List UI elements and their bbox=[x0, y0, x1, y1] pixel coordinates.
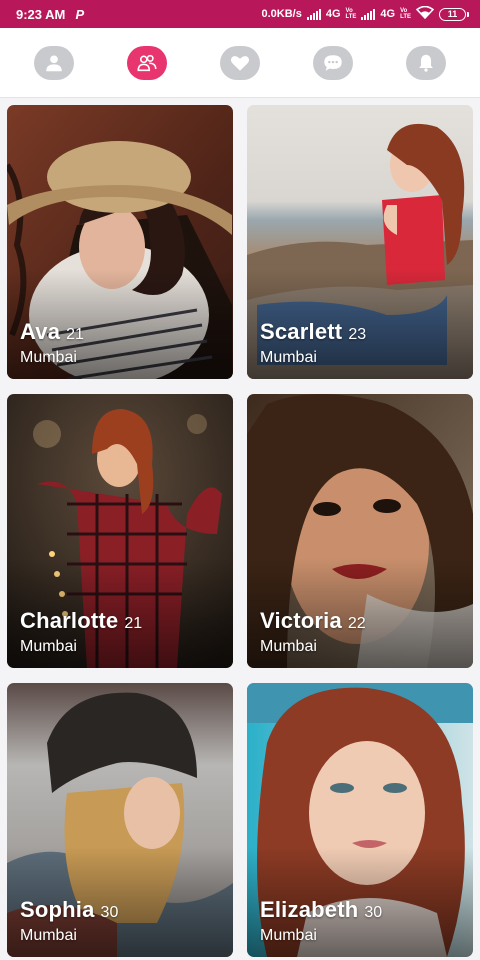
profile-name: Elizabeth bbox=[260, 897, 359, 922]
profile-age: 21 bbox=[66, 326, 84, 343]
profile-card[interactable]: Sophia 30 Mumbai bbox=[7, 683, 233, 957]
tab-matches[interactable] bbox=[127, 45, 168, 80]
profile-card[interactable]: Charlotte 21 Mumbai bbox=[7, 394, 233, 668]
tab-notifications[interactable] bbox=[405, 45, 446, 80]
profile-card[interactable]: Victoria 22 Mumbai bbox=[247, 394, 473, 668]
profile-info: Sophia 30 Mumbai bbox=[20, 897, 118, 945]
tab-bar bbox=[0, 28, 480, 98]
network-type-1: 4G bbox=[325, 8, 341, 20]
profile-city: Mumbai bbox=[260, 638, 317, 655]
profile-age: 30 bbox=[364, 904, 383, 921]
network-type-2: 4G bbox=[380, 8, 396, 20]
profile-name: Charlotte bbox=[20, 608, 119, 633]
profile-name: Scarlett bbox=[260, 319, 343, 344]
profile-name: Ava bbox=[20, 319, 61, 344]
profile-city: Mumbai bbox=[260, 349, 317, 366]
profile-info: Elizabeth 30 Mumbai bbox=[260, 897, 382, 945]
profile-info: Scarlett 23 Mumbai bbox=[260, 319, 366, 367]
profile-age: 22 bbox=[347, 615, 366, 632]
heart-icon bbox=[230, 55, 250, 71]
profile-grid: Ava 21 Mumbai Scarlett 23 Mumbai Charlot… bbox=[0, 98, 480, 957]
profile-city: Mumbai bbox=[20, 638, 77, 655]
profile-age: 23 bbox=[348, 326, 367, 343]
person-icon bbox=[46, 54, 63, 71]
profile-info: Charlotte 21 Mumbai bbox=[20, 608, 142, 656]
signal-icon-2 bbox=[361, 8, 376, 20]
volte-icon: Vo LTE bbox=[345, 8, 357, 20]
battery-icon: 11 bbox=[439, 7, 469, 21]
profile-name: Victoria bbox=[260, 608, 342, 633]
tab-likes[interactable] bbox=[219, 45, 260, 80]
profile-name: Sophia bbox=[20, 897, 95, 922]
profile-card[interactable]: Ava 21 Mumbai bbox=[7, 105, 233, 379]
profile-age: 21 bbox=[124, 615, 143, 632]
tab-chat[interactable] bbox=[312, 45, 353, 80]
group-icon bbox=[137, 54, 157, 71]
volte-icon-2: Vo LTE bbox=[400, 8, 411, 20]
profile-card[interactable]: Scarlett 23 Mumbai bbox=[247, 105, 473, 379]
wifi-icon bbox=[415, 5, 435, 22]
status-time: 9:23 AM bbox=[16, 6, 66, 22]
paytm-p-icon: P bbox=[75, 6, 85, 22]
signal-icon bbox=[306, 8, 321, 20]
profile-info: Victoria 22 Mumbai bbox=[260, 608, 366, 656]
chat-bubble-icon bbox=[324, 54, 342, 71]
profile-age: 30 bbox=[100, 904, 119, 921]
profile-city: Mumbai bbox=[260, 927, 317, 944]
profile-city: Mumbai bbox=[20, 349, 77, 366]
status-bar: 9:23 AM P 0.0KB/s 4G Vo LTE 4G Vo LTE 11 bbox=[0, 0, 480, 28]
profile-city: Mumbai bbox=[20, 927, 77, 944]
tab-profile[interactable] bbox=[34, 45, 75, 80]
profile-info: Ava 21 Mumbai bbox=[20, 319, 84, 367]
net-speed: 0.0KB/s bbox=[261, 8, 302, 20]
bell-icon bbox=[418, 54, 433, 72]
profile-card[interactable]: Elizabeth 30 Mumbai bbox=[247, 683, 473, 957]
